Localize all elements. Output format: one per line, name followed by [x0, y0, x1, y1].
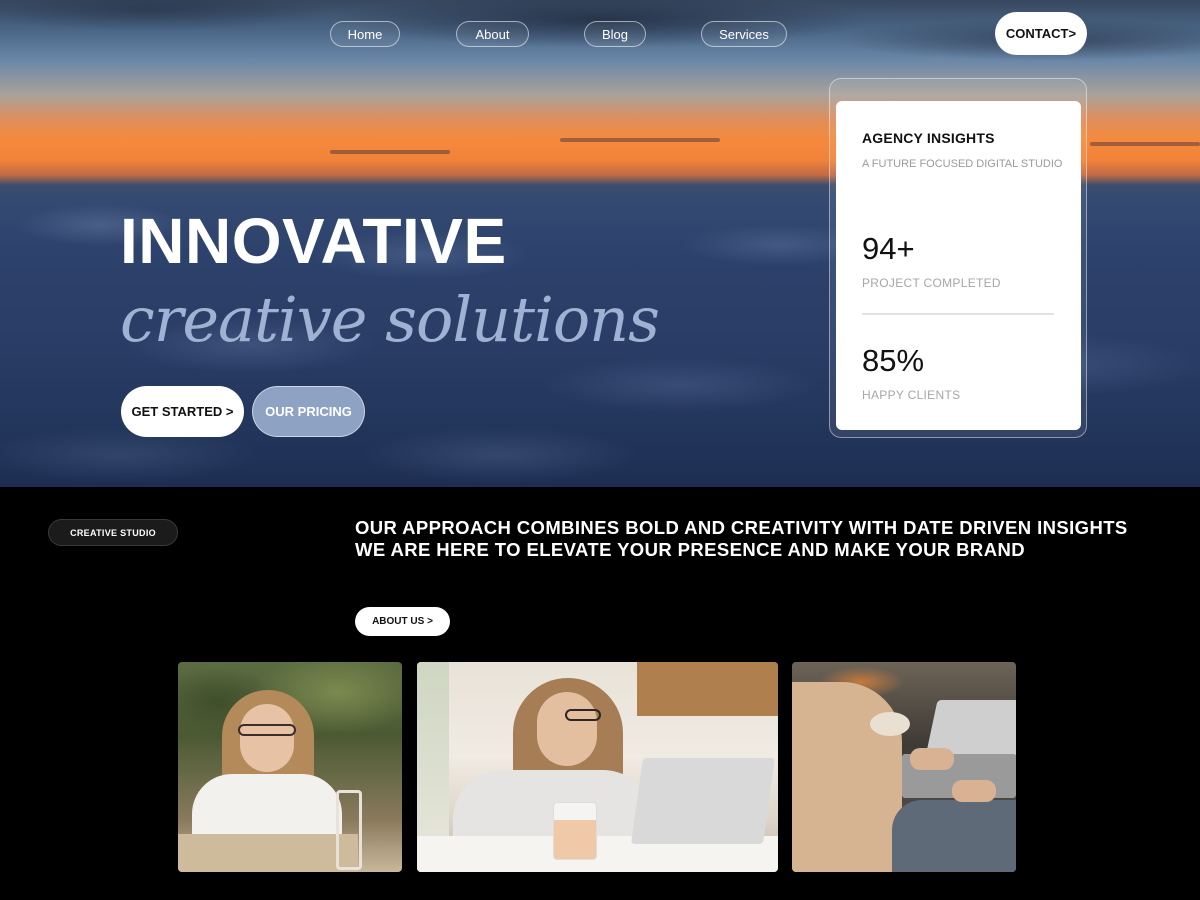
- pricing-button[interactable]: OUR PRICING: [252, 386, 365, 437]
- hero-subheadline: creative solutions: [120, 283, 660, 356]
- photo-woman-writing: [178, 662, 402, 872]
- nav-services[interactable]: Services: [701, 21, 787, 47]
- insights-card: AGENCY INSIGHTS A FUTURE FOCUSED DIGITAL…: [836, 101, 1081, 430]
- hero-section: Home About Blog Services CONTACT> INNOVA…: [0, 0, 1200, 487]
- glass-of-juice: [553, 802, 597, 860]
- creative-studio-badge: CREATIVE STUDIO: [48, 519, 178, 546]
- about-us-button[interactable]: ABOUT US >: [355, 607, 450, 636]
- card-subtitle: A FUTURE FOCUSED DIGITAL STUDIO: [862, 158, 1063, 170]
- chair: [336, 790, 362, 870]
- glasses: [238, 724, 296, 736]
- cabinet: [637, 662, 778, 716]
- table: [178, 834, 358, 872]
- sunset-cloud-streak: [1090, 142, 1200, 146]
- coffee-cup: [870, 712, 910, 736]
- sunset-cloud-streak: [560, 138, 720, 142]
- glasses: [565, 709, 601, 721]
- photo-woman-laptop: [417, 662, 778, 872]
- get-started-button[interactable]: GET STARTED >: [121, 386, 244, 437]
- sunset-cloud-streak: [330, 150, 450, 154]
- jeans: [892, 800, 1016, 872]
- hand: [910, 748, 954, 770]
- approach-statement: OUR APPROACH COMBINES BOLD AND CREATIVIT…: [355, 517, 1128, 560]
- contact-button[interactable]: CONTACT>: [995, 12, 1087, 55]
- nav-about[interactable]: About: [456, 21, 529, 47]
- hair: [792, 682, 902, 872]
- card-divider: [862, 313, 1054, 315]
- nav-home[interactable]: Home: [330, 21, 400, 47]
- hand: [952, 780, 996, 802]
- card-title: AGENCY INSIGHTS: [862, 130, 995, 146]
- photo-typing-laptop: [792, 662, 1016, 872]
- face: [537, 692, 597, 766]
- laptop: [630, 758, 776, 844]
- nav-blog[interactable]: Blog: [584, 21, 646, 47]
- hero-headline: INNOVATIVE: [120, 205, 507, 277]
- stat-clients-value: 85%: [862, 343, 925, 378]
- face: [240, 704, 294, 772]
- stat-projects-label: PROJECT COMPLETED: [862, 276, 1001, 290]
- stat-projects-value: 94+: [862, 231, 915, 266]
- stat-clients-label: HAPPY CLIENTS: [862, 388, 961, 402]
